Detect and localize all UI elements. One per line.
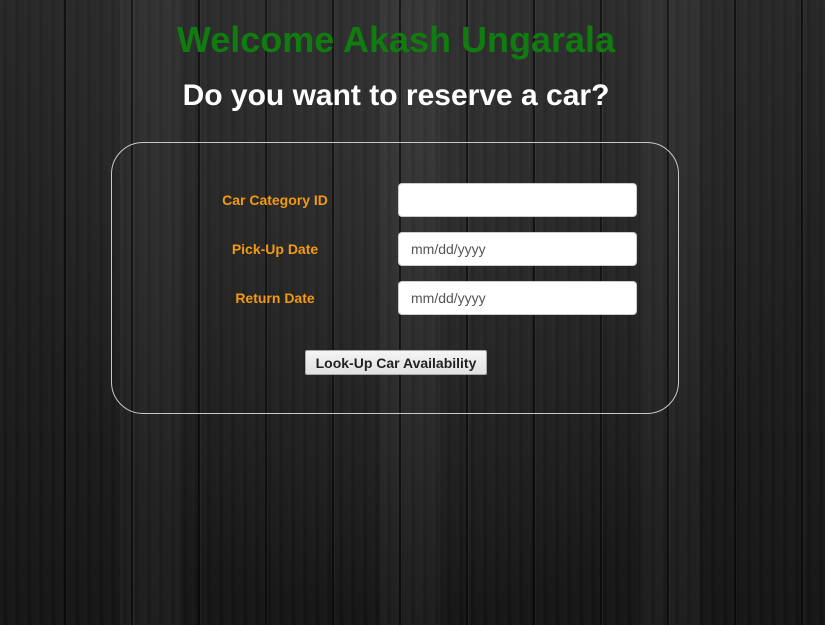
pickup-date-row: Pick-Up Date [112,232,678,266]
return-date-row: Return Date [112,281,678,315]
return-date-input[interactable] [398,281,637,315]
car-category-row: Car Category ID [112,183,678,217]
lookup-availability-button[interactable]: Look-Up Car Availability [305,350,487,375]
pickup-date-input[interactable] [398,232,637,266]
car-category-input[interactable] [398,183,637,217]
pickup-date-label: Pick-Up Date [231,241,319,257]
return-date-label: Return Date [235,290,315,306]
welcome-heading: Welcome Akash Ungarala [176,19,616,60]
reserve-question-heading: Do you want to reserve a car? [182,79,610,112]
car-category-label: Car Category ID [222,192,328,208]
reservation-form: Car Category ID Pick-Up Date Return Date… [111,142,679,414]
